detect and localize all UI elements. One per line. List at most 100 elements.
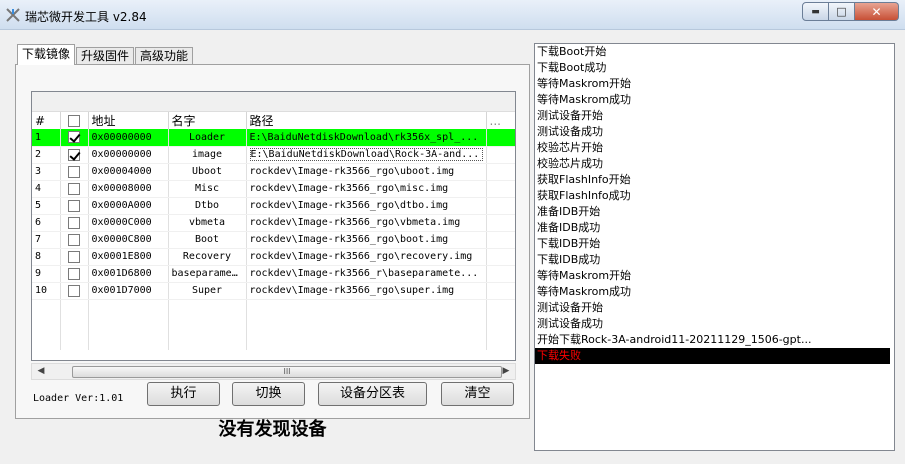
log-line: 开始下载Rock-3A-android11-20211129_1506-gpt.… (537, 333, 812, 346)
empty-row (32, 333, 515, 350)
col-path[interactable]: 路径 (246, 112, 487, 129)
select-all-checkbox[interactable] (68, 115, 80, 127)
log-line: 测试设备开始 (537, 301, 603, 314)
minimize-button[interactable]: ▬ (802, 2, 829, 21)
row-more (486, 282, 515, 300)
tab-strip: 下载镜像 升级固件 高级功能 (17, 44, 194, 65)
table-row[interactable]: 8 0x0001E800 Recovery rockdev\Image-rk3566_… (32, 248, 515, 266)
log-line: 等待Maskrom开始 (537, 77, 632, 90)
run-button[interactable]: 执行 (147, 382, 220, 406)
table-row[interactable]: 2 0x00000000 image E:\BaiduNetdiskDownload\… (32, 146, 515, 164)
row-checkbox-box[interactable] (68, 216, 80, 229)
row-checkbox[interactable] (60, 214, 89, 232)
col-check[interactable] (60, 112, 89, 129)
status-bar: 没有发现设备 (15, 418, 530, 440)
scroll-right-icon[interactable]: ▶ (499, 366, 513, 379)
log-line: 准备IDB成功 (537, 221, 601, 234)
row-index: 5 (32, 197, 61, 215)
app-icon (6, 8, 20, 22)
loader-version: Loader Ver:1.01 (33, 393, 124, 404)
row-path: E:\BaiduNetdiskDownload\Rock-3A-and... (246, 146, 487, 164)
row-path: rockdev\Image-rk3566_rgo\misc.img (246, 180, 487, 198)
maximize-button[interactable]: □ (829, 2, 855, 21)
log-line: 等待Maskrom成功 (537, 285, 632, 298)
close-icon: ✕ (871, 4, 882, 19)
log-line: 下载IDB开始 (537, 237, 601, 250)
client-area: 下载镜像 升级固件 高级功能 # 地址 名字 路径 ... 1 0x000000… (0, 30, 905, 464)
row-checkbox-box[interactable] (68, 165, 80, 178)
row-checkbox-box[interactable] (68, 199, 80, 212)
tab-upgrade-firmware[interactable]: 升级固件 (76, 47, 135, 65)
row-checkbox-box[interactable] (68, 284, 80, 297)
device-status: 没有发现设备 (218, 419, 327, 440)
row-more (486, 214, 515, 232)
row-more (486, 163, 515, 181)
row-name: Recovery (168, 248, 247, 266)
table-row[interactable]: 10 0x001D7000 Super rockdev\Image-rk3566_rg… (32, 282, 515, 300)
row-checkbox[interactable] (60, 231, 89, 249)
col-index[interactable]: # (32, 112, 61, 129)
row-checkbox-box[interactable] (68, 182, 80, 195)
row-name: Loader (168, 129, 247, 147)
row-address: 0x001D6800 (88, 265, 169, 283)
row-index: 6 (32, 214, 61, 232)
row-more (486, 180, 515, 198)
row-checkbox[interactable] (60, 282, 89, 300)
row-address: 0x0000C800 (88, 231, 169, 249)
table-row[interactable]: 4 0x00008000 Misc rockdev\Image-rk3566_rgo\… (32, 180, 515, 198)
log-error-line: 下载失败 (535, 348, 890, 364)
table-row[interactable]: 6 0x0000C000 vbmeta rockdev\Image-rk3566_rg… (32, 214, 515, 232)
row-checkbox[interactable] (60, 129, 89, 147)
row-name: image (168, 146, 247, 164)
col-name[interactable]: 名字 (168, 112, 247, 129)
scroll-thumb[interactable]: III (72, 366, 502, 378)
col-more[interactable]: ... (486, 112, 515, 129)
log-line: 测试设备开始 (537, 109, 603, 122)
row-more (486, 146, 515, 164)
row-checkbox[interactable] (60, 146, 89, 164)
log-line: 下载Boot成功 (537, 61, 607, 74)
row-more (486, 197, 515, 215)
maximize-icon: □ (836, 5, 847, 18)
partition-table-button[interactable]: 设备分区表 (318, 382, 427, 406)
row-checkbox[interactable] (60, 265, 89, 283)
row-checkbox-box[interactable] (68, 233, 80, 246)
row-checkbox-box[interactable] (68, 131, 80, 144)
table-header: # 地址 名字 路径 ... (32, 112, 515, 129)
col-address[interactable]: 地址 (88, 112, 169, 129)
row-index: 10 (32, 282, 61, 300)
row-name: Super (168, 282, 247, 300)
clear-button[interactable]: 清空 (441, 382, 514, 406)
horizontal-scrollbar[interactable]: ◀ III ▶ (31, 363, 516, 380)
table-row[interactable]: 1 0x00000000 Loader E:\BaiduNetdiskDownload… (32, 129, 515, 147)
row-checkbox[interactable] (60, 180, 89, 198)
row-name: Misc (168, 180, 247, 198)
row-address: 0x001D7000 (88, 282, 169, 300)
table-row[interactable]: 7 0x0000C800 Boot rockdev\Image-rk3566_rgo\… (32, 231, 515, 249)
title-bar[interactable]: 瑞芯微开发工具 v2.84 ▬ □ ✕ (0, 0, 905, 30)
log-line: 校验芯片成功 (537, 157, 603, 170)
row-index: 4 (32, 180, 61, 198)
row-checkbox[interactable] (60, 197, 89, 215)
log-line: 测试设备成功 (537, 125, 603, 138)
close-button[interactable]: ✕ (855, 2, 899, 21)
log-panel[interactable]: 下载Boot开始 下载Boot成功 等待Maskrom开始 等待Maskrom成功 测试… (534, 43, 895, 451)
row-index: 8 (32, 248, 61, 266)
row-path: rockdev\Image-rk3566_rgo\dtbo.img (246, 197, 487, 215)
row-index: 1 (32, 129, 61, 147)
row-address: 0x0000A000 (88, 197, 169, 215)
partition-table[interactable]: # 地址 名字 路径 ... 1 0x00000000 Loader E:\Baidu… (31, 91, 516, 361)
row-checkbox-box[interactable] (68, 267, 80, 280)
table-row[interactable]: 5 0x0000A000 Dtbo rockdev\Image-rk3566_rgo\… (32, 197, 515, 215)
switch-button[interactable]: 切换 (232, 382, 305, 406)
row-checkbox[interactable] (60, 248, 89, 266)
table-row[interactable]: 9 0x001D6800 baseparameter rockdev\Image-rk… (32, 265, 515, 283)
row-checkbox-box[interactable] (68, 250, 80, 263)
tab-advanced[interactable]: 高级功能 (135, 47, 194, 65)
table-row[interactable]: 3 0x00004000 Uboot rockdev\Image-rk3566_rgo… (32, 163, 515, 181)
row-checkbox[interactable] (60, 163, 89, 181)
row-checkbox-box[interactable] (68, 148, 80, 161)
scroll-left-icon[interactable]: ◀ (34, 366, 48, 379)
log-line: 等待Maskrom开始 (537, 269, 632, 282)
tab-download-image[interactable]: 下载镜像 (17, 44, 76, 65)
